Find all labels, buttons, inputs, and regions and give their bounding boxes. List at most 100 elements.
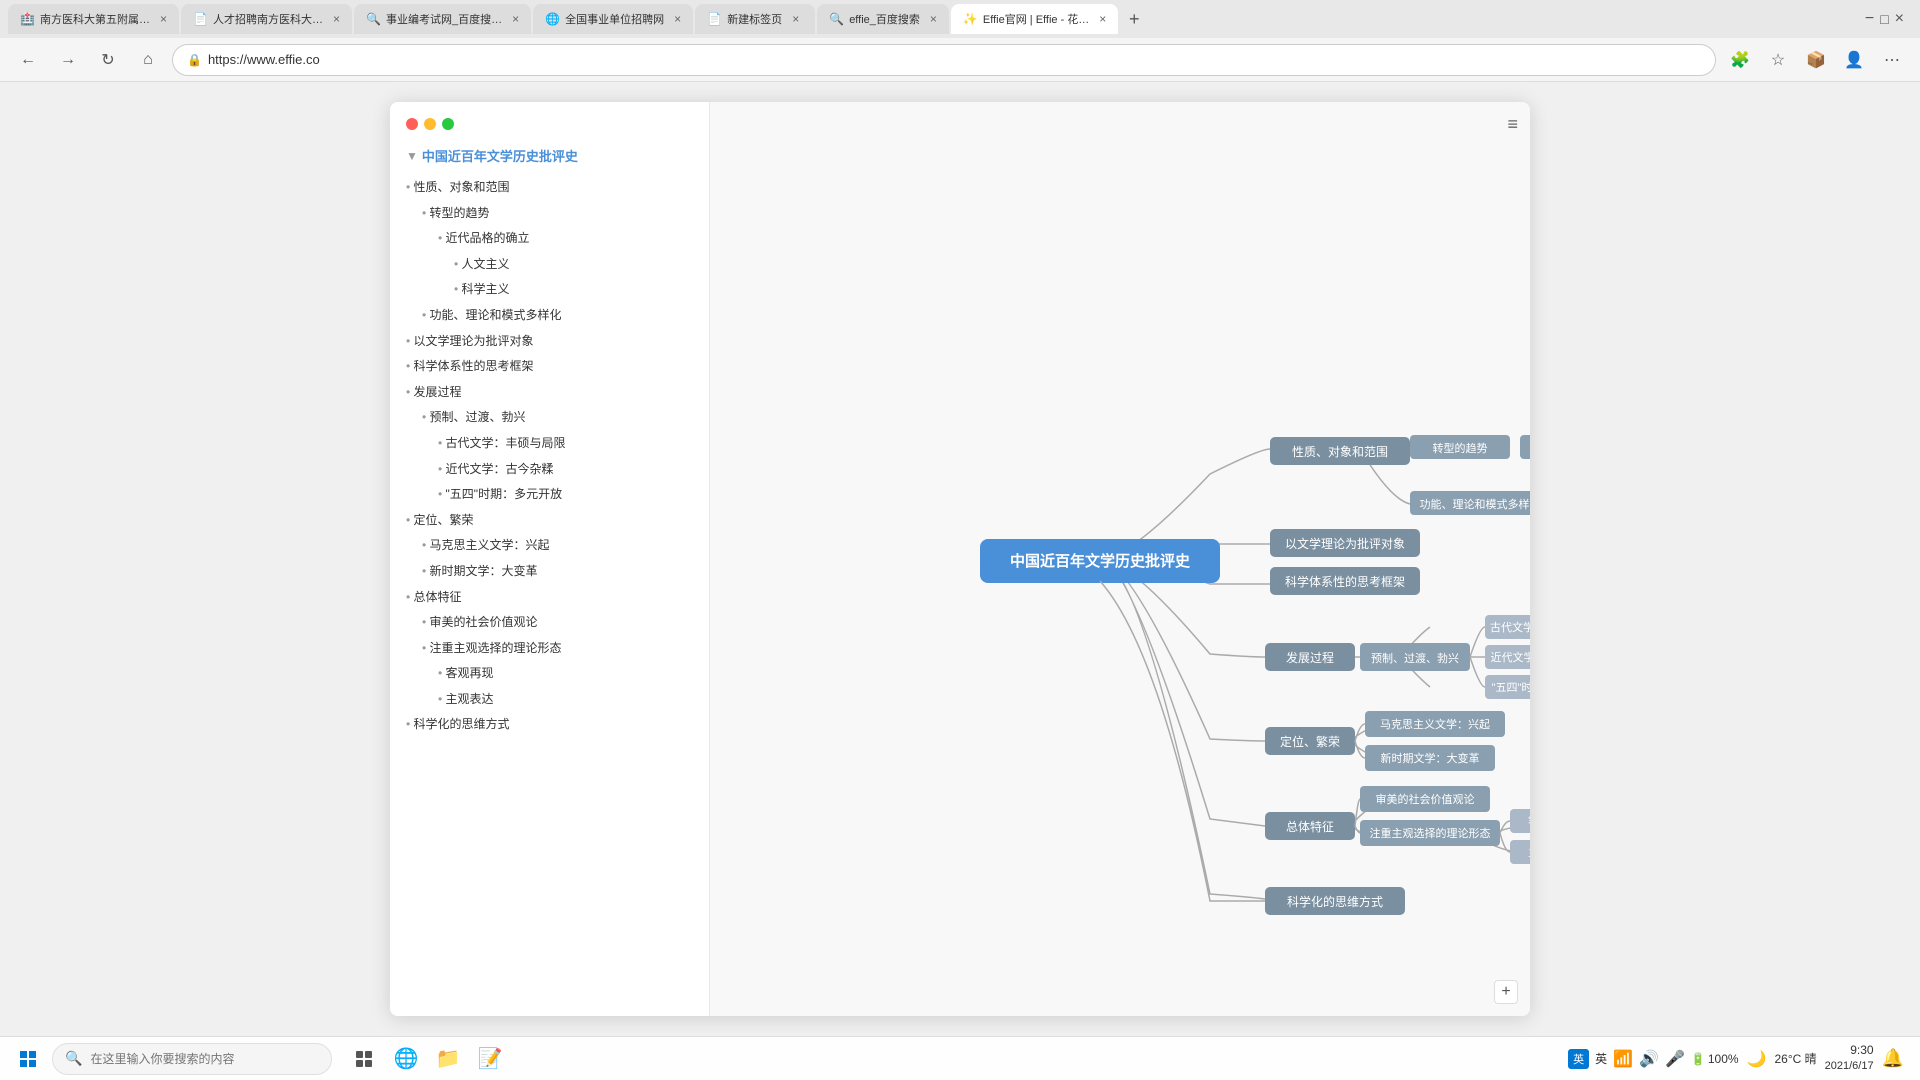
settings-button[interactable]: ⋯ bbox=[1876, 44, 1908, 76]
outline-item-7[interactable]: 以文学理论为批评对象 bbox=[406, 329, 693, 355]
extensions-button[interactable]: 🧩 bbox=[1724, 44, 1756, 76]
tab-7[interactable]: ✨ Effie官网 | Effie - 花… × bbox=[951, 4, 1118, 34]
date-display: 2021/6/17 bbox=[1825, 1059, 1874, 1074]
forward-button[interactable]: → bbox=[52, 44, 84, 76]
new-tab-button[interactable]: + bbox=[1120, 5, 1148, 33]
volume-icon[interactable]: 🔊 bbox=[1639, 1049, 1659, 1069]
tab-close-3[interactable]: × bbox=[512, 12, 519, 26]
window-fullscreen-dot[interactable] bbox=[442, 118, 454, 130]
tab-close-1[interactable]: × bbox=[160, 12, 167, 26]
outline-item-8[interactable]: 科学体系性的思考框架 bbox=[406, 354, 693, 380]
outline-item-19[interactable]: 注重主观选择的理论形态 bbox=[406, 636, 693, 662]
battery-indicator: 🔋 100% bbox=[1691, 1052, 1739, 1066]
outline-item-20[interactable]: 客观再现 bbox=[406, 661, 693, 687]
address-bar[interactable]: 🔒 https://www.effie.co bbox=[172, 44, 1716, 76]
branch-label-6: 总体特征 bbox=[1286, 819, 1334, 834]
leaf-label-gong: 功能、理论和模式多样化 bbox=[1420, 497, 1531, 511]
outline-item-14[interactable]: 定位、繁荣 bbox=[406, 508, 693, 534]
taskbar-search[interactable]: 🔍 bbox=[52, 1043, 332, 1075]
notification-icon[interactable]: 🔔 bbox=[1882, 1048, 1904, 1069]
leaf-label-kgzx: 客观再现 bbox=[1528, 814, 1530, 828]
window-close-dot[interactable] bbox=[406, 118, 418, 130]
battery-text: 100% bbox=[1708, 1052, 1739, 1066]
leaf-label-xsq: 新时期文学：大变革 bbox=[1381, 751, 1480, 765]
leaf-label-jd: 近代文学：古今杂糅 bbox=[1491, 650, 1531, 664]
tab-1[interactable]: 🏥 南方医科大第五附属… × bbox=[8, 4, 179, 34]
outline-item-10[interactable]: 预制、过渡、勃兴 bbox=[406, 405, 693, 431]
tab-label-1: 南方医科大第五附属… bbox=[40, 11, 150, 27]
tab-favicon-4: 🌐 bbox=[545, 12, 559, 26]
outline-item-6[interactable]: 功能、理论和模式多样化 bbox=[406, 303, 693, 329]
ime-voice-icon[interactable]: 🎤 bbox=[1665, 1049, 1685, 1069]
minimize-button[interactable]: − bbox=[1865, 10, 1874, 28]
maximize-button[interactable]: □ bbox=[1880, 11, 1888, 27]
branch-label-5: 定位、繁荣 bbox=[1280, 734, 1340, 749]
outline-item-4[interactable]: 人文主义 bbox=[406, 252, 693, 278]
search-input[interactable] bbox=[90, 1052, 310, 1066]
tab-close-7[interactable]: × bbox=[1099, 12, 1106, 26]
tab-close-4[interactable]: × bbox=[674, 12, 681, 26]
tab-favicon-3: 🔍 bbox=[366, 12, 380, 26]
outline-title-icon: ▼ bbox=[406, 149, 418, 163]
explore-button[interactable]: 📁 bbox=[428, 1039, 468, 1079]
tab-close-5[interactable]: × bbox=[792, 12, 799, 26]
outline-item-2[interactable]: 转型的趋势 bbox=[406, 201, 693, 227]
tab-6[interactable]: 🔍 effie_百度搜索 × bbox=[817, 4, 949, 34]
back-button[interactable]: ← bbox=[12, 44, 44, 76]
outline-title-text: 中国近百年文学历史批评史 bbox=[422, 146, 578, 165]
main-content: ▼ 中国近百年文学历史批评史 性质、对象和范围 转型的趋势 近代品格的确立 人文… bbox=[0, 82, 1920, 1036]
outline-item-18[interactable]: 审美的社会价值观论 bbox=[406, 610, 693, 636]
leaf-label-sm: 审美的社会价值观论 bbox=[1376, 792, 1475, 806]
outline-item-5[interactable]: 科学主义 bbox=[406, 277, 693, 303]
start-button[interactable] bbox=[8, 1039, 48, 1079]
network-icon[interactable]: 📶 bbox=[1613, 1049, 1633, 1069]
tab-favicon-7: ✨ bbox=[963, 12, 977, 26]
branch-label-4: 发展过程 bbox=[1286, 650, 1334, 665]
tab-favicon-2: 📄 bbox=[193, 12, 207, 26]
weather-icon: 🌙 bbox=[1747, 1049, 1767, 1069]
outline-item-13[interactable]: "五四"时期：多元开放 bbox=[406, 482, 693, 508]
reload-button[interactable]: ↻ bbox=[92, 44, 124, 76]
outline-item-22[interactable]: 科学化的思维方式 bbox=[406, 712, 693, 738]
center-label: 中国近百年文学历史批评史 bbox=[1010, 552, 1191, 570]
zoom-in-button[interactable]: + bbox=[1494, 980, 1518, 1004]
edge-browser-button[interactable]: 🌐 bbox=[386, 1039, 426, 1079]
outline-item-15[interactable]: 马克思主义文学：兴起 bbox=[406, 533, 693, 559]
outline-item-11[interactable]: 古代文学：丰硕与局限 bbox=[406, 431, 693, 457]
branch-label-2: 以文学理论为批评对象 bbox=[1285, 536, 1405, 551]
tab-2[interactable]: 📄 人才招聘南方医科大… × bbox=[181, 4, 352, 34]
mindmap-panel[interactable]: ≡ bbox=[710, 102, 1530, 1016]
collections-button[interactable]: 📦 bbox=[1800, 44, 1832, 76]
outline-item-1[interactable]: 性质、对象和范围 bbox=[406, 175, 693, 201]
menu-icon[interactable]: ≡ bbox=[1507, 114, 1518, 134]
task-view-button[interactable] bbox=[344, 1039, 384, 1079]
tab-close-6[interactable]: × bbox=[930, 12, 937, 26]
tab-4[interactable]: 🌐 全国事业单位招聘网 × bbox=[533, 4, 693, 34]
tab-close-2[interactable]: × bbox=[333, 12, 340, 26]
branch-label-1: 性质、对象和范围 bbox=[1292, 445, 1388, 459]
window-minimize-dot[interactable] bbox=[424, 118, 436, 130]
outline-item-9[interactable]: 发展过程 bbox=[406, 380, 693, 406]
browser-chrome: 🏥 南方医科大第五附属… × 📄 人才招聘南方医科大… × 🔍 事业编考试网_百… bbox=[0, 0, 1920, 82]
battery-icon: 🔋 bbox=[1691, 1052, 1706, 1066]
outline-item-3[interactable]: 近代品格的确立 bbox=[406, 226, 693, 252]
windows-logo-icon bbox=[20, 1051, 36, 1067]
outline-item-21[interactable]: 主观表达 bbox=[406, 687, 693, 713]
window-controls bbox=[406, 118, 693, 130]
clock[interactable]: 9:30 2021/6/17 bbox=[1825, 1042, 1874, 1074]
outline-item-17[interactable]: 总体特征 bbox=[406, 585, 693, 611]
home-button[interactable]: ⌂ bbox=[132, 44, 164, 76]
profile-button[interactable]: 👤 bbox=[1838, 44, 1870, 76]
leaf-label-mks: 马克思主义文学：兴起 bbox=[1380, 717, 1490, 731]
word-button[interactable]: 📝 bbox=[470, 1039, 510, 1079]
task-view-icon bbox=[355, 1050, 373, 1068]
language-icon: 英 bbox=[1595, 1050, 1607, 1067]
tab-5[interactable]: 📄 新建标签页 × bbox=[695, 4, 815, 34]
tab-3[interactable]: 🔍 事业编考试网_百度搜… × bbox=[354, 4, 531, 34]
close-button[interactable]: × bbox=[1895, 10, 1904, 28]
url-text: https://www.effie.co bbox=[208, 52, 320, 67]
favorites-button[interactable]: ☆ bbox=[1762, 44, 1794, 76]
ime-indicator[interactable]: 英 bbox=[1568, 1049, 1589, 1069]
outline-item-12[interactable]: 近代文学：古今杂糅 bbox=[406, 457, 693, 483]
outline-item-16[interactable]: 新时期文学：大变革 bbox=[406, 559, 693, 585]
